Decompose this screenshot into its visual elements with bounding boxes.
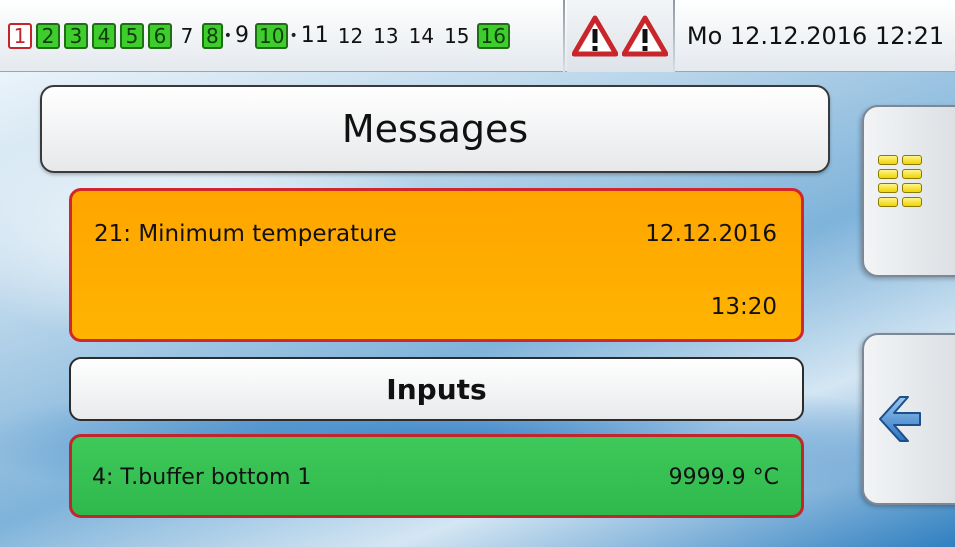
inputs-section-header: Inputs bbox=[69, 357, 804, 421]
output-6: 6 bbox=[148, 23, 172, 49]
status-bar: 1 2 3 4 5 6 7 8 • 9 10 • 11 12 13 14 15 … bbox=[0, 0, 955, 72]
output-9: 9 bbox=[235, 23, 249, 48]
message-text: 21: Minimum temperature bbox=[94, 221, 397, 247]
output-5: 5 bbox=[120, 23, 144, 49]
input-name: 4: T.buffer bottom 1 bbox=[92, 465, 312, 490]
output-pair-10-11: 10 • 11 bbox=[255, 23, 331, 49]
output-12: 12 bbox=[337, 24, 364, 48]
message-time: 13:20 bbox=[710, 294, 777, 320]
output-8: 8 bbox=[202, 23, 223, 49]
output-7: 7 bbox=[180, 24, 194, 48]
output-pair-8-9: 8 • 9 bbox=[202, 23, 251, 49]
output-13: 13 bbox=[373, 24, 399, 48]
datetime-display[interactable]: Mo 12.12.2016 12:21 bbox=[676, 0, 955, 72]
menu-button[interactable] bbox=[862, 105, 955, 277]
warning-triangle-icon[interactable] bbox=[572, 15, 618, 57]
status-separator bbox=[673, 0, 675, 72]
pair-link-icon: • bbox=[223, 28, 232, 44]
output-16: 16 bbox=[476, 23, 510, 49]
back-arrow-icon bbox=[879, 396, 921, 442]
message-date: 12.12.2016 bbox=[645, 221, 777, 247]
warning-indicators[interactable] bbox=[567, 0, 673, 72]
output-11: 11 bbox=[300, 23, 329, 48]
status-separator bbox=[563, 0, 565, 72]
back-button[interactable] bbox=[862, 333, 955, 505]
menu-grid-icon bbox=[878, 155, 922, 207]
output-14: 14 bbox=[408, 24, 435, 48]
input-item[interactable]: 4: T.buffer bottom 1 9999.9 °C bbox=[69, 434, 804, 518]
input-value: 9999.9 °C bbox=[668, 465, 779, 490]
output-10: 10 bbox=[255, 23, 289, 49]
output-status-list: 1 2 3 4 5 6 7 8 • 9 10 • 11 12 13 14 15 … bbox=[8, 0, 510, 72]
warning-triangle-icon[interactable] bbox=[622, 15, 668, 57]
output-15: 15 bbox=[444, 24, 470, 48]
page-title: Messages bbox=[40, 85, 830, 173]
pair-link-icon: • bbox=[289, 28, 298, 44]
output-2: 2 bbox=[36, 23, 60, 49]
output-4: 4 bbox=[92, 23, 116, 49]
output-1: 1 bbox=[8, 23, 32, 49]
message-item[interactable]: 21: Minimum temperature 12.12.2016 13:20 bbox=[69, 188, 804, 342]
output-3: 3 bbox=[64, 23, 88, 49]
